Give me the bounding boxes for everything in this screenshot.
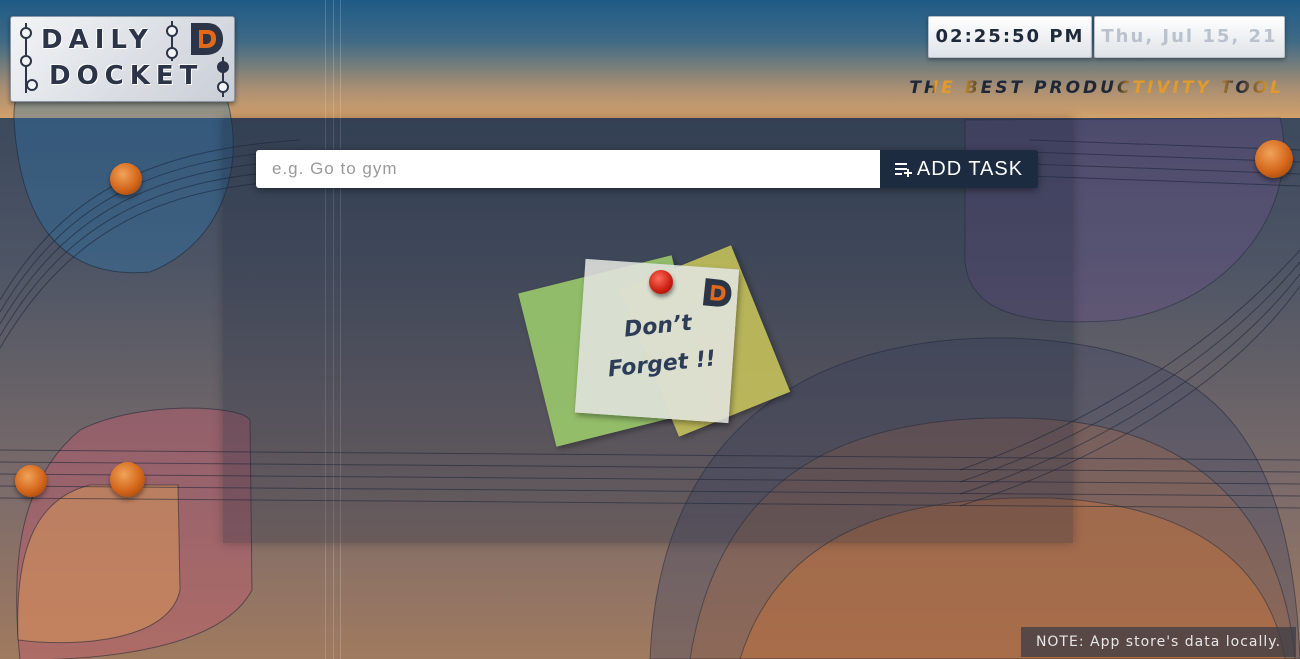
app-logo[interactable]: DAILY DOCKET <box>10 16 235 102</box>
add-task-button[interactable]: ADD TASK <box>880 150 1038 188</box>
logo-text-docket: DOCKET <box>49 61 204 91</box>
add-task-label: ADD TASK <box>916 157 1024 180</box>
d-logo-icon <box>702 278 732 307</box>
tagline: THE BEST PRODUCTIVITY TOOL <box>909 78 1284 98</box>
decorative-orb <box>1255 140 1293 178</box>
date-display: Thu, Jul 15, 21 <box>1094 16 1285 58</box>
logo-text-daily: DAILY <box>41 25 154 55</box>
d-logo-icon <box>191 23 223 55</box>
storage-note: NOTE: App store's data locally. <box>1021 627 1296 657</box>
decorative-orb <box>15 465 47 497</box>
decorative-orb <box>110 163 142 195</box>
playlist-add-icon <box>894 163 912 177</box>
pushpin-icon <box>649 270 673 294</box>
clock-display: 02:25:50 PM <box>928 16 1092 58</box>
task-input[interactable] <box>256 150 880 188</box>
decorative-orb <box>110 462 145 497</box>
empty-state-message: Don’t Forget !! <box>596 302 723 390</box>
task-form: ADD TASK <box>256 150 1038 188</box>
